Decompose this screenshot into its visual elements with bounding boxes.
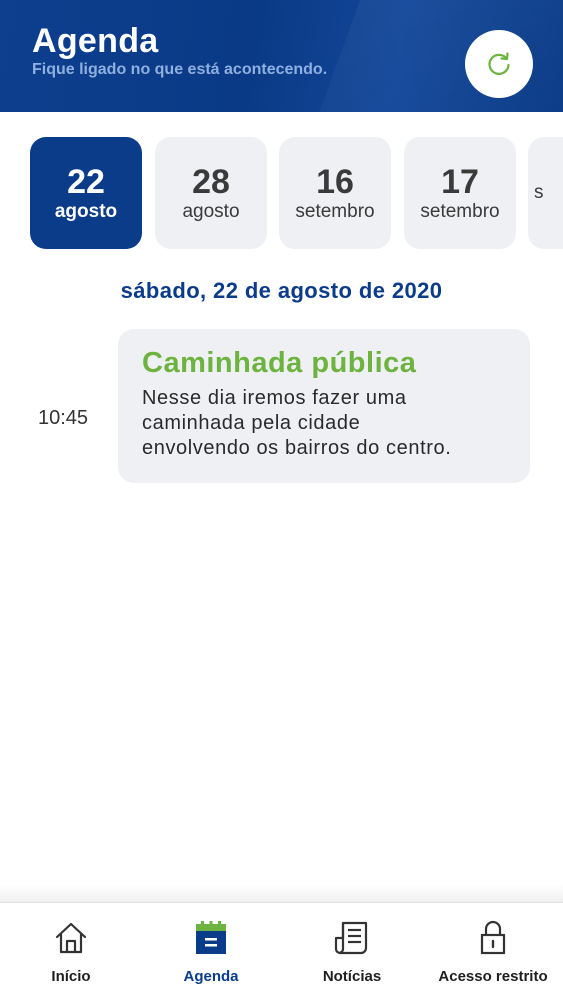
date-card-22-agosto[interactable]: 22 agosto: [30, 137, 142, 249]
event-description-line: caminhada pela cidade: [142, 412, 361, 434]
calendar-icon: [194, 919, 228, 957]
page-subtitle: Fique ligado no que está acontecendo.: [32, 61, 328, 78]
refresh-button[interactable]: [465, 30, 533, 98]
event-description-line: envolvendo os bairros do centro.: [142, 437, 452, 459]
date-card-28-agosto[interactable]: 28 agosto: [155, 137, 267, 249]
nav-label: Notícias: [322, 968, 382, 985]
date-card-17-setembro[interactable]: 17 setembro: [404, 137, 516, 249]
date-day: 17: [441, 163, 479, 201]
selected-date-heading: sábado, 22 de agosto de 2020: [120, 278, 443, 303]
event-time: 10:45: [38, 407, 89, 429]
date-day: 16: [316, 163, 354, 201]
lock-icon: [478, 919, 508, 957]
news-icon: [334, 919, 370, 957]
nav-item-noticias[interactable]: Notícias: [310, 903, 394, 1000]
nav-label: Início: [51, 968, 91, 985]
event-card[interactable]: Caminhada pública Nesse dia iremos fazer…: [118, 329, 530, 483]
date-day: 28: [192, 163, 230, 201]
date-month: agosto: [182, 201, 240, 222]
bottom-navigation: Início Agenda Notícias Acesso restrito: [0, 902, 563, 1000]
bottom-nav-shadow: [0, 884, 563, 902]
date-card-partial[interactable]: s: [528, 137, 563, 249]
event-title: Caminhada pública: [142, 347, 417, 379]
date-month: setembro: [295, 201, 375, 222]
refresh-icon: [488, 52, 510, 75]
page-title: Agenda: [32, 22, 159, 60]
date-selector: 22 agosto 28 agosto 16 setembro 17 setem…: [0, 137, 563, 249]
date-month: setembro: [420, 201, 500, 222]
nav-item-acesso-restrito[interactable]: Acesso restrito: [432, 903, 554, 1000]
event-description-line: Nesse dia iremos fazer uma: [142, 387, 407, 409]
nav-label: Acesso restrito: [438, 968, 548, 985]
date-card-16-setembro[interactable]: 16 setembro: [279, 137, 391, 249]
event-description: Nesse dia iremos fazer uma caminhada pel…: [142, 386, 506, 461]
home-icon: [53, 919, 89, 957]
nav-item-inicio[interactable]: Início: [30, 903, 112, 1000]
date-month: s: [534, 182, 544, 203]
nav-label: Agenda: [183, 968, 239, 985]
date-day: 22: [67, 163, 105, 201]
date-month: agosto: [54, 201, 118, 222]
nav-item-agenda[interactable]: Agenda: [170, 903, 252, 1000]
